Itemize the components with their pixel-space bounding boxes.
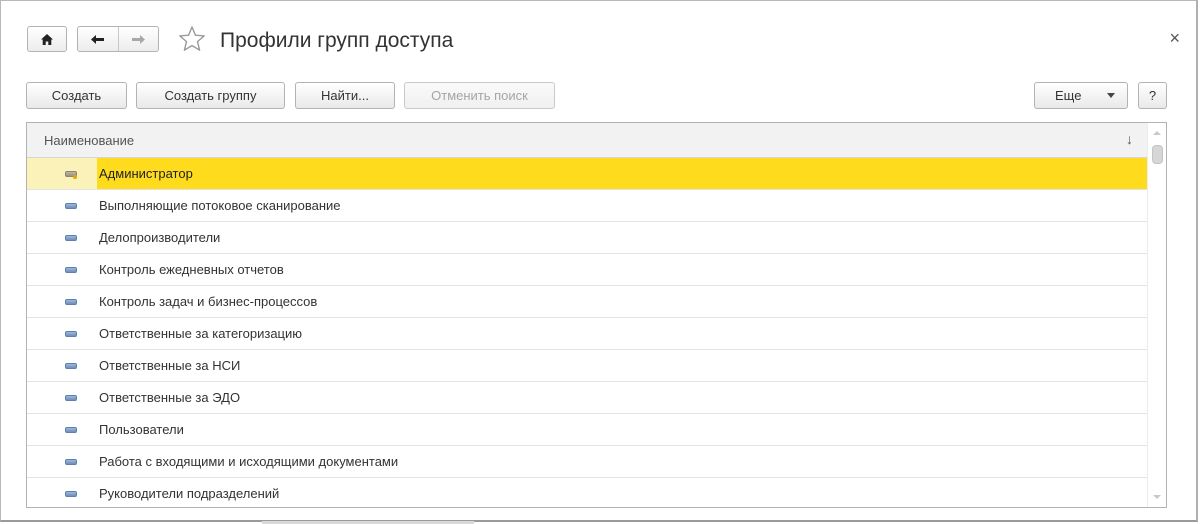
table-row[interactable]: Ответственные за категоризацию — [27, 318, 1149, 350]
row-label: Контроль задач и бизнес-процессов — [99, 294, 318, 309]
scroll-up-icon[interactable] — [1153, 131, 1161, 135]
table-row[interactable]: Руководители подразделений — [27, 478, 1149, 507]
more-menu-label: Еще — [1055, 88, 1082, 103]
home-icon — [41, 33, 53, 45]
row-label: Ответственные за НСИ — [99, 358, 241, 373]
table-row[interactable]: Контроль задач и бизнес-процессов — [27, 286, 1149, 318]
create-group-button[interactable]: Создать группу — [136, 82, 285, 109]
row-label: Администратор — [99, 166, 193, 181]
help-button[interactable]: ? — [1138, 82, 1167, 109]
table-row[interactable]: Выполняющие потоковое сканирование — [27, 190, 1149, 222]
access-profile-icon — [65, 203, 77, 209]
scrollbar-thumb[interactable] — [1152, 145, 1163, 164]
row-label-cell — [97, 158, 1149, 189]
chevron-down-icon — [1107, 93, 1115, 98]
row-label: Выполняющие потоковое сканирование — [99, 198, 341, 213]
row-label: Руководители подразделений — [99, 486, 280, 501]
row-label: Ответственные за категоризацию — [99, 326, 303, 341]
access-profile-icon — [65, 395, 77, 401]
table-row[interactable]: Пользователи — [27, 414, 1149, 446]
row-label: Работа с входящими и исходящими документ… — [99, 454, 399, 469]
row-label: Пользователи — [99, 422, 184, 437]
table-row[interactable]: Ответственные за ЭДО — [27, 382, 1149, 414]
scroll-down-icon[interactable] — [1153, 495, 1161, 499]
row-label: Делопроизводители — [99, 230, 221, 245]
table-row[interactable]: Работа с входящими и исходящими документ… — [27, 446, 1149, 478]
row-label: Ответственные за ЭДО — [99, 390, 241, 405]
find-button[interactable]: Найти... — [295, 82, 395, 109]
sort-descending-icon[interactable]: ↓ — [1126, 131, 1133, 147]
forward-button[interactable] — [117, 27, 159, 51]
vertical-scrollbar[interactable] — [1147, 123, 1166, 507]
back-button[interactable] — [78, 27, 118, 51]
access-profile-icon — [65, 363, 77, 369]
table-row[interactable]: Делопроизводители — [27, 222, 1149, 254]
row-icon-cell — [27, 158, 97, 189]
table-header: Наименование ↓ — [27, 123, 1149, 158]
access-profile-icon — [65, 491, 77, 497]
close-icon[interactable]: × — [1169, 28, 1180, 48]
row-label: Контроль ежедневных отчетов — [99, 262, 284, 277]
table-row[interactable]: Ответственные за НСИ — [27, 350, 1149, 382]
access-profile-icon — [65, 427, 77, 433]
access-profile-icon — [65, 331, 77, 337]
table-row[interactable]: Контроль ежедневных отчетов — [27, 254, 1149, 286]
arrow-left-icon — [91, 34, 105, 44]
arrow-right-icon — [131, 34, 145, 44]
star-outline-icon[interactable] — [177, 24, 207, 54]
home-button[interactable] — [27, 26, 67, 52]
table-body: Администратор Выполняющие потоковое скан… — [27, 158, 1149, 507]
access-profile-icon — [65, 235, 77, 241]
profiles-table: Наименование ↓ Администратор Выполняющие… — [26, 122, 1167, 508]
create-button[interactable]: Создать — [26, 82, 127, 109]
cancel-search-button[interactable]: Отменить поиск — [404, 82, 555, 109]
access-profile-icon — [65, 267, 77, 273]
predefined-marker-icon — [73, 175, 77, 179]
access-profile-icon — [65, 299, 77, 305]
history-navigation — [77, 26, 159, 52]
table-row[interactable]: Администратор — [27, 158, 1149, 190]
page-title: Профили групп доступа — [220, 29, 454, 52]
more-menu-button[interactable]: Еще — [1034, 82, 1128, 109]
column-header-name[interactable]: Наименование — [44, 133, 134, 148]
access-profile-icon — [65, 459, 77, 465]
